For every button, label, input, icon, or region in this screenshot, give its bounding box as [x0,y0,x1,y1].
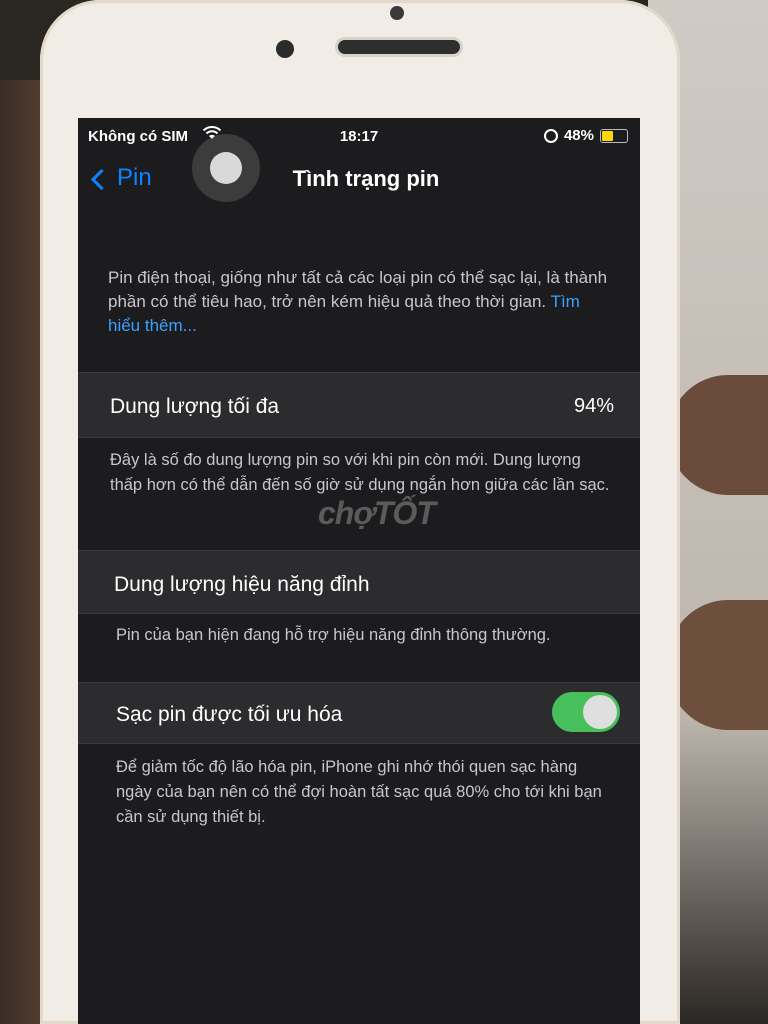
proximity-sensor [390,6,404,20]
max-capacity-row: Dung lượng tối đa 94% [78,372,640,438]
phone-screen: Không có SIM 18:17 48% Pin Tình trạng pi… [78,118,640,1024]
toggle-knob [583,695,617,729]
optimized-charging-row: Sạc pin được tối ưu hóa [78,682,640,744]
optimized-charging-label: Sạc pin được tối ưu hóa [116,703,343,726]
front-camera [276,40,294,58]
peak-performance-label: Dung lượng hiệu năng đỉnh [114,573,370,596]
watermark-logo: chợTỐT [318,495,436,531]
navigation-bar: Pin Tình trạng pin [78,158,640,202]
max-capacity-label: Dung lượng tối đa [110,395,280,418]
peak-performance-description: Pin của bạn hiện đang hỗ trợ hiệu năng đ… [116,626,551,644]
page-title: Tình trạng pin [292,166,440,191]
optimized-charging-toggle[interactable] [552,692,620,732]
max-capacity-value: 94% [573,395,614,417]
battery-fill [602,130,613,141]
intro-text: Pin điện thoại, giống như tất cả các loạ… [108,266,608,338]
optimized-charging-description: Để giảm tốc độ lão hóa pin, iPhone ghi n… [116,758,602,826]
status-bar: Không có SIM 18:17 48% [78,118,640,154]
max-capacity-description: Đây là số đo dung lượng pin so với khi p… [110,451,610,494]
assistive-touch-inner [210,152,242,184]
battery-percentage: 48% [563,127,594,144]
earpiece-speaker [338,40,460,54]
finger-background [668,600,768,730]
orientation-lock-icon [543,128,558,143]
peak-performance-row: Dung lượng hiệu năng đỉnh [78,550,640,614]
intro-body: Pin điện thoại, giống như tất cả các loạ… [108,268,608,311]
status-right: 48% [543,127,628,144]
battery-icon [600,128,628,143]
assistive-touch-button[interactable] [198,140,254,196]
